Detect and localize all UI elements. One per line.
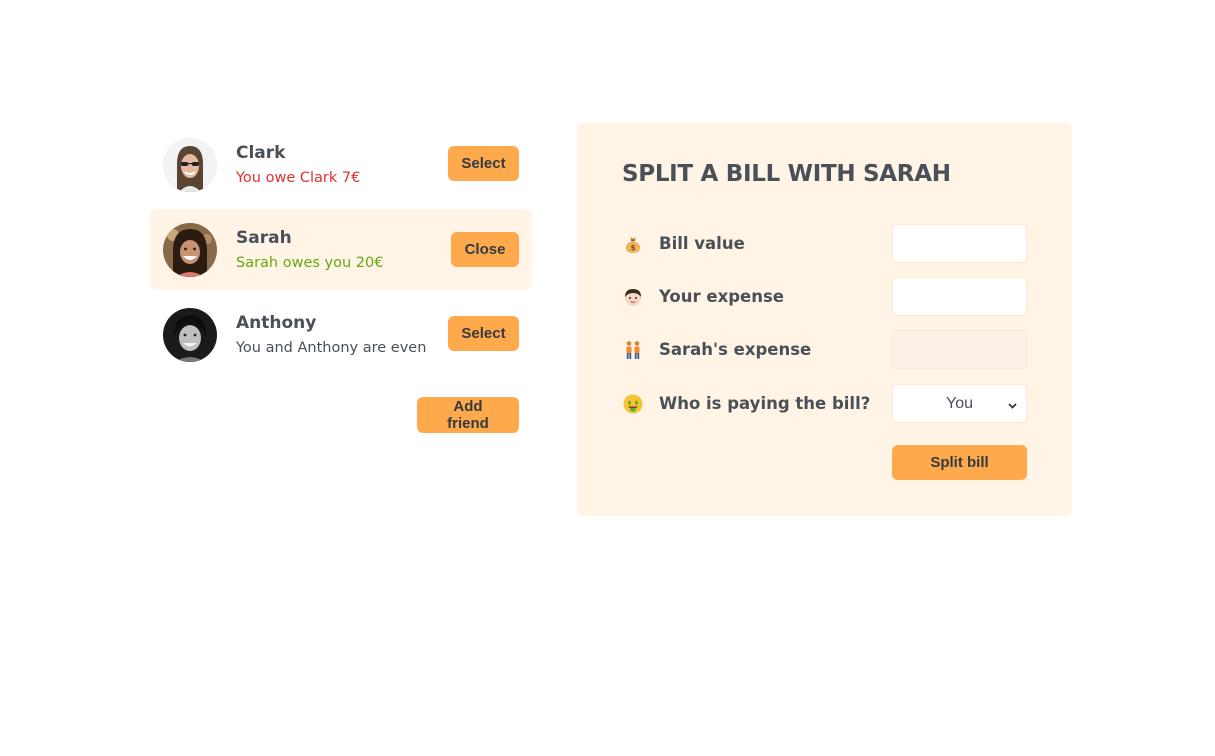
person-icon [622, 286, 644, 308]
svg-text:$: $ [634, 400, 638, 406]
bill-value-row: $ Bill value [622, 224, 1027, 263]
friend-expense-input [892, 330, 1027, 369]
avatar-clark [163, 137, 217, 192]
money-face-icon: $ $ [622, 393, 644, 415]
close-button-sarah[interactable]: Close [451, 232, 519, 267]
your-expense-row: Your expense [622, 277, 1027, 316]
bill-value-label: Bill value [659, 234, 745, 253]
friend-item-anthony: Anthony You and Anthony are even Select [150, 294, 532, 375]
svg-text:$: $ [631, 244, 636, 252]
avatar-anthony [163, 307, 217, 362]
svg-text:$: $ [628, 400, 632, 406]
split-bill-button[interactable]: Split bill [892, 445, 1027, 480]
friend-expense-row: Sarah's expense [622, 330, 1027, 369]
add-friend-button[interactable]: Add friend [417, 397, 519, 433]
avatar-sarah [163, 222, 217, 277]
select-button-anthony[interactable]: Select [448, 316, 519, 351]
two-people-icon [622, 339, 644, 361]
your-expense-input[interactable] [892, 277, 1027, 316]
friend-item-clark: Clark You owe Clark 7€ Select [150, 124, 532, 205]
payer-select[interactable]: You [892, 384, 1027, 423]
payer-row: $ $ Who is paying the bill? You [622, 384, 1027, 423]
payer-label: Who is paying the bill? [659, 394, 871, 413]
split-bill-form: SPLIT A BILL WITH SARAH $ Bill value You… [577, 123, 1072, 516]
friends-list: Clark You owe Clark 7€ Select Sarah Sara… [150, 124, 532, 379]
friend-item-sarah: Sarah Sarah owes you 20€ Close [150, 209, 532, 290]
money-bag-icon: $ [622, 233, 644, 255]
chevron-down-icon [1007, 398, 1018, 416]
form-title: SPLIT A BILL WITH SARAH [622, 161, 951, 187]
select-button-clark[interactable]: Select [448, 146, 519, 181]
your-expense-label: Your expense [659, 287, 784, 306]
friend-expense-label: Sarah's expense [659, 340, 812, 359]
bill-value-input[interactable] [892, 224, 1027, 263]
payer-selected-value: You [946, 394, 973, 412]
